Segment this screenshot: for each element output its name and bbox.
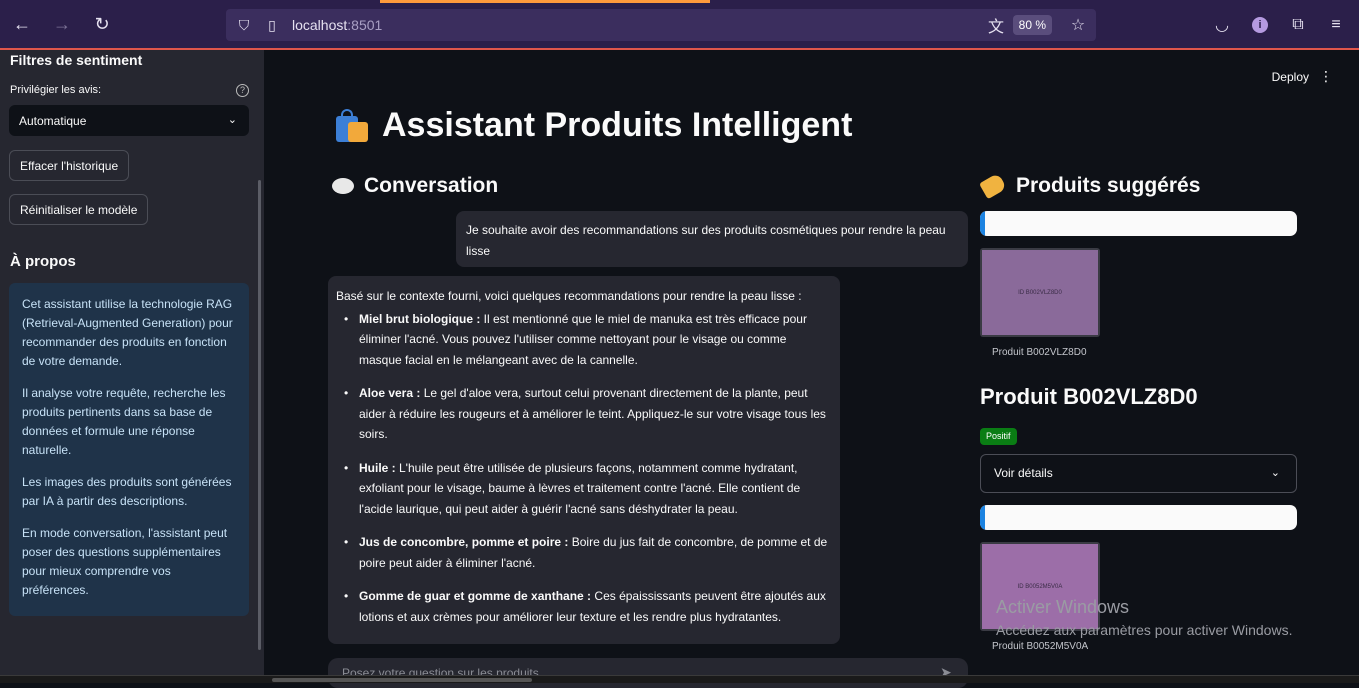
assistant-intro: Basé sur le contexte fourni, voici quelq… [336, 289, 802, 303]
products-heading: Produits suggérés [978, 172, 1201, 200]
product-image-placeholder: ID B002VLZ8D0 [982, 250, 1098, 335]
horizontal-scrollbar[interactable] [0, 675, 1359, 683]
about-paragraph: Cet assistant utilise la technologie RAG… [22, 297, 233, 368]
list-item: Aloe vera : Le gel d'aloe vera, surtout … [336, 383, 832, 445]
details-expander[interactable]: Voir détails ⌄ [980, 454, 1297, 493]
product-caption: Produit B002VLZ8D0 [992, 347, 1087, 358]
windows-activation-watermark: Activer Windows Accédez aux paramètres p… [996, 597, 1292, 638]
conversation-title: Conversation [364, 174, 499, 197]
shield-icon[interactable]: ⛉ [234, 15, 254, 35]
deploy-button[interactable]: Deploy [1272, 70, 1309, 84]
about-title: À propos [10, 253, 76, 270]
about-info-box: Cet assistant utilise la technologie RAG… [9, 283, 249, 616]
list-item: Miel brut biologique : Il est mentionné … [336, 309, 832, 371]
tag-icon [978, 172, 1008, 200]
about-paragraph: Il analyse votre requête, recherche les … [22, 386, 226, 457]
product-caption: Produit B0052M5V0A [992, 641, 1089, 652]
translate-icon[interactable]: 文 [986, 15, 1006, 36]
page-title-text: Assistant Produits Intelligent [382, 106, 853, 144]
page-icon: ▯ [268, 16, 276, 33]
main-content: Deploy ⋮ Assistant Produits Intelligent … [264, 50, 1359, 688]
extensions-icon[interactable]: ⧉ [1286, 13, 1310, 37]
about-paragraph: En mode conversation, l'assistant peut p… [22, 526, 228, 597]
list-item: Huile : L'huile peut être utilisée de pl… [336, 458, 832, 520]
chevron-down-icon: ⌄ [1270, 467, 1280, 479]
browser-toolbar: ← → ↻ ⛉ ▯ localhost:8501 文 80 % ☆ ◡ i ⧉ … [0, 0, 1359, 50]
products-title: Produits suggérés [1016, 174, 1201, 197]
url-text[interactable]: localhost:8501 [292, 17, 382, 33]
watermark-subtitle: Accédez aux paramètres pour activer Wind… [996, 622, 1293, 638]
sentiment-filter-select[interactable]: Automatique ⌄ [9, 105, 249, 136]
product-progress-bar [980, 505, 1297, 530]
scrollbar-thumb[interactable] [272, 678, 532, 682]
chevron-down-icon: ⌄ [227, 114, 237, 126]
reset-model-button[interactable]: Réinitialiser le modèle [9, 194, 149, 225]
back-icon[interactable]: ← [10, 12, 34, 36]
page-load-progress [380, 0, 710, 3]
filter-label: Privilégier les avis: [10, 84, 102, 96]
page-title: Assistant Produits Intelligent [332, 106, 852, 145]
details-label: Voir détails [994, 466, 1053, 480]
watermark-title: Activer Windows [996, 597, 1130, 617]
progress-fill [980, 505, 985, 530]
clear-history-button[interactable]: Effacer l'historique [9, 150, 130, 181]
about-paragraph: Les images des produits sont générées pa… [22, 475, 232, 508]
reload-icon[interactable]: ↻ [90, 12, 114, 36]
product-detail-title: Produit B002VLZ8D0 [980, 384, 1198, 409]
sidebar-title: Filtres de sentiment [10, 52, 143, 68]
product-progress-bar [980, 211, 1297, 236]
forward-icon[interactable]: → [50, 12, 74, 36]
assistant-message: Basé sur le contexte fourni, voici quelq… [328, 276, 840, 644]
select-value: Automatique [19, 113, 87, 128]
progress-fill [980, 211, 985, 236]
recommendation-list: Miel brut biologique : Il est mentionné … [336, 309, 832, 628]
help-icon[interactable]: ? [236, 84, 249, 97]
shopping-bags-icon [332, 108, 370, 144]
user-message: Je souhaite avoir des recommandations su… [456, 211, 968, 267]
product-image: ID B002VLZ8D0 [980, 248, 1100, 337]
speech-bubble-icon [332, 178, 354, 194]
conversation-heading: Conversation [332, 174, 498, 198]
chat-input[interactable]: Posez votre question sur les produits... [328, 658, 968, 688]
main-menu-icon[interactable]: ⋮ [1319, 68, 1333, 85]
sentiment-badge: Positif [980, 428, 1017, 445]
list-item: Gomme de guar et gomme de xanthane : Ces… [336, 586, 832, 627]
extension-badge-icon[interactable]: i [1248, 13, 1272, 37]
sidebar-scrollbar[interactable] [258, 180, 261, 650]
sidebar: Filtres de sentiment Privilégier les avi… [0, 50, 264, 675]
url-bar[interactable]: ⛉ ▯ localhost:8501 文 80 % ☆ [226, 9, 1096, 41]
list-item: Jus de concombre, pomme et poire : Boire… [336, 532, 832, 573]
hamburger-menu-icon[interactable]: ≡ [1324, 13, 1348, 37]
pocket-icon[interactable]: ◡ [1210, 13, 1234, 37]
zoom-badge[interactable]: 80 % [1012, 15, 1052, 35]
bookmark-star-icon[interactable]: ☆ [1068, 15, 1088, 35]
